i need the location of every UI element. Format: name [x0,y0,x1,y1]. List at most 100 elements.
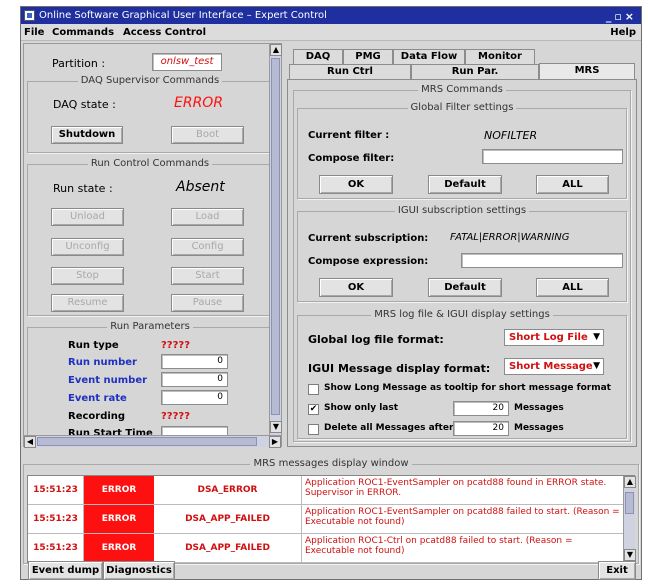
pause-button[interactable]: Pause [171,294,244,312]
tab-daq-sup[interactable]: DAQ Sup. [293,49,343,76]
scroll-down-icon[interactable]: ▼ [270,421,282,433]
messages-scroll-thumb[interactable] [625,492,634,514]
menu-bar: File Commands Access Control Help [21,24,641,41]
subscription-ok-button[interactable]: OK [319,278,393,297]
left-vertical-scrollbar[interactable]: ▲ ▼ [269,44,282,435]
boot-button[interactable]: Boot [171,126,244,144]
stop-button[interactable]: Stop [51,267,124,285]
shutdown-button[interactable]: Shutdown [51,126,123,144]
log-display-group: MRS log file & IGUI display settings Glo… [297,309,627,439]
messages-scrollbar[interactable]: ▲ ▼ [623,476,636,562]
run-state-value: Absent [176,179,225,195]
menu-help[interactable]: Help [610,24,636,41]
filter-all-button[interactable]: ALL [536,175,609,194]
message-text: Application ROC1-EventSampler on pcatd88… [305,478,607,498]
partition-label: Partition : [52,57,106,70]
current-subscription-label: Current subscription: [308,233,429,244]
global-filter-title: Global Filter settings [407,102,517,113]
left-panel: Partition : onlsw_test DAQ Supervisor Co… [23,43,282,448]
mrs-panel: MRS Commands Global Filter settings Curr… [287,79,637,447]
daq-supervisor-group: DAQ Supervisor Commands DAQ state : ERRO… [27,75,273,153]
window-title: Online Software Graphical User Interface… [39,10,327,21]
event-rate-label: Event rate [68,393,127,404]
resume-button[interactable]: Resume [51,294,124,312]
show-only-last-input[interactable]: 20 [453,401,509,416]
tooltip-label: Show Long Message as tooltip for short m… [324,383,611,393]
load-button[interactable]: Load [171,208,244,226]
filter-default-button[interactable]: Default [428,175,502,194]
igui-message-format-label: IGUI Message display format: [308,362,491,375]
message-status: ERROR [84,534,154,562]
scroll-left-icon[interactable]: ◀ [24,436,36,448]
run-number-label: Run number [68,357,137,368]
global-log-format-select[interactable]: Short Log File ▼ [504,329,604,346]
left-scroll-thumb[interactable] [271,58,280,415]
igui-message-format-select[interactable]: Short Message ▼ [504,358,604,375]
global-log-format-value: Short Log File [509,332,588,343]
message-status: ERROR [84,476,154,504]
table-row[interactable]: 15:51:23 ERROR DSA_APP_FAILED Applicatio… [28,505,624,534]
message-time: 15:51:23 [28,505,84,533]
exit-button[interactable]: Exit [598,561,636,580]
current-subscription-value: FATAL|ERROR|WARNING [450,232,570,243]
scroll-up-icon[interactable]: ▲ [624,476,636,488]
daq-state-value: ERROR [174,95,224,111]
delete-after-input[interactable]: 20 [453,421,509,436]
message-time: 15:51:23 [28,476,84,504]
subscription-default-button[interactable]: Default [428,278,502,297]
scroll-right-icon[interactable]: ▶ [269,436,281,448]
event-dump-button[interactable]: Event dump [28,561,103,580]
unconfig-button[interactable]: Unconfig [51,238,124,256]
partition-field[interactable]: onlsw_test [152,53,222,71]
filter-ok-button[interactable]: OK [319,175,393,194]
show-only-last-unit: Messages [514,403,564,413]
show-only-last-checkbox[interactable]: ✔ [308,404,319,415]
table-row[interactable]: 15:51:23 ERROR DSA_ERROR Application ROC… [28,476,624,505]
left-hscroll-thumb[interactable] [37,437,257,446]
log-settings-title: MRS log file & IGUI display settings [371,309,553,320]
scroll-up-icon[interactable]: ▲ [270,44,282,56]
run-type-value: ????? [161,340,191,351]
message-status: ERROR [84,505,154,533]
show-only-last-label: Show only last [324,403,399,413]
compose-filter-input[interactable] [482,149,623,164]
tab-mrs[interactable]: MRS [539,63,635,80]
subscription-all-button[interactable]: ALL [536,278,609,297]
daq-group-title: DAQ Supervisor Commands [77,75,223,86]
config-button[interactable]: Config [171,238,244,256]
global-filter-group: Global Filter settings Current filter : … [297,102,627,199]
tab-data-flow[interactable]: Data Flow [393,49,465,64]
compose-expression-label: Compose expression: [308,256,429,267]
tab-run-par[interactable]: Run Par. [411,64,539,79]
run-number-field: 0 [161,354,228,369]
title-bar[interactable]: Online Software Graphical User Interface… [21,7,641,24]
tab-monitor[interactable]: Monitor [465,49,535,64]
unload-button[interactable]: Unload [51,208,124,226]
igui-sub-title: IGUI subscription settings [394,205,530,216]
tab-pmg[interactable]: PMG [343,49,393,64]
table-row[interactable]: 15:51:23 ERROR DSA_APP_FAILED Applicatio… [28,534,624,563]
checkmark-icon: ✔ [309,404,318,414]
tooltip-checkbox[interactable] [308,384,319,395]
delete-after-label: Delete all Messages after [324,423,454,433]
start-button[interactable]: Start [171,267,244,285]
compose-filter-label: Compose filter: [308,153,395,164]
menu-access-control[interactable]: Access Control [123,24,206,41]
tab-run-ctrl[interactable]: Run Ctrl [289,64,411,79]
delete-after-checkbox[interactable] [308,424,319,435]
diagnostics-button[interactable]: Diagnostics [103,561,175,580]
run-group-title: Run Control Commands [87,158,213,169]
compose-expression-input[interactable] [461,253,623,268]
chevron-down-icon: ▼ [593,332,600,342]
main-window: Online Software Graphical User Interface… [20,6,642,580]
scroll-down-icon[interactable]: ▼ [624,549,636,561]
run-parameters-group: Run Parameters Run type ????? Run number… [27,321,273,439]
daq-state-label: DAQ state : [53,98,116,111]
messages-window-group: MRS messages display window 15:51:23 ERR… [23,458,639,564]
menu-file[interactable]: File [24,24,44,41]
window-controls-icon[interactable]: _▫× [606,8,637,25]
left-horizontal-scrollbar[interactable]: ◀ ▶ [24,435,281,448]
current-filter-label: Current filter : [308,130,390,141]
menu-commands[interactable]: Commands [52,24,114,41]
event-rate-field: 0 [161,390,228,405]
